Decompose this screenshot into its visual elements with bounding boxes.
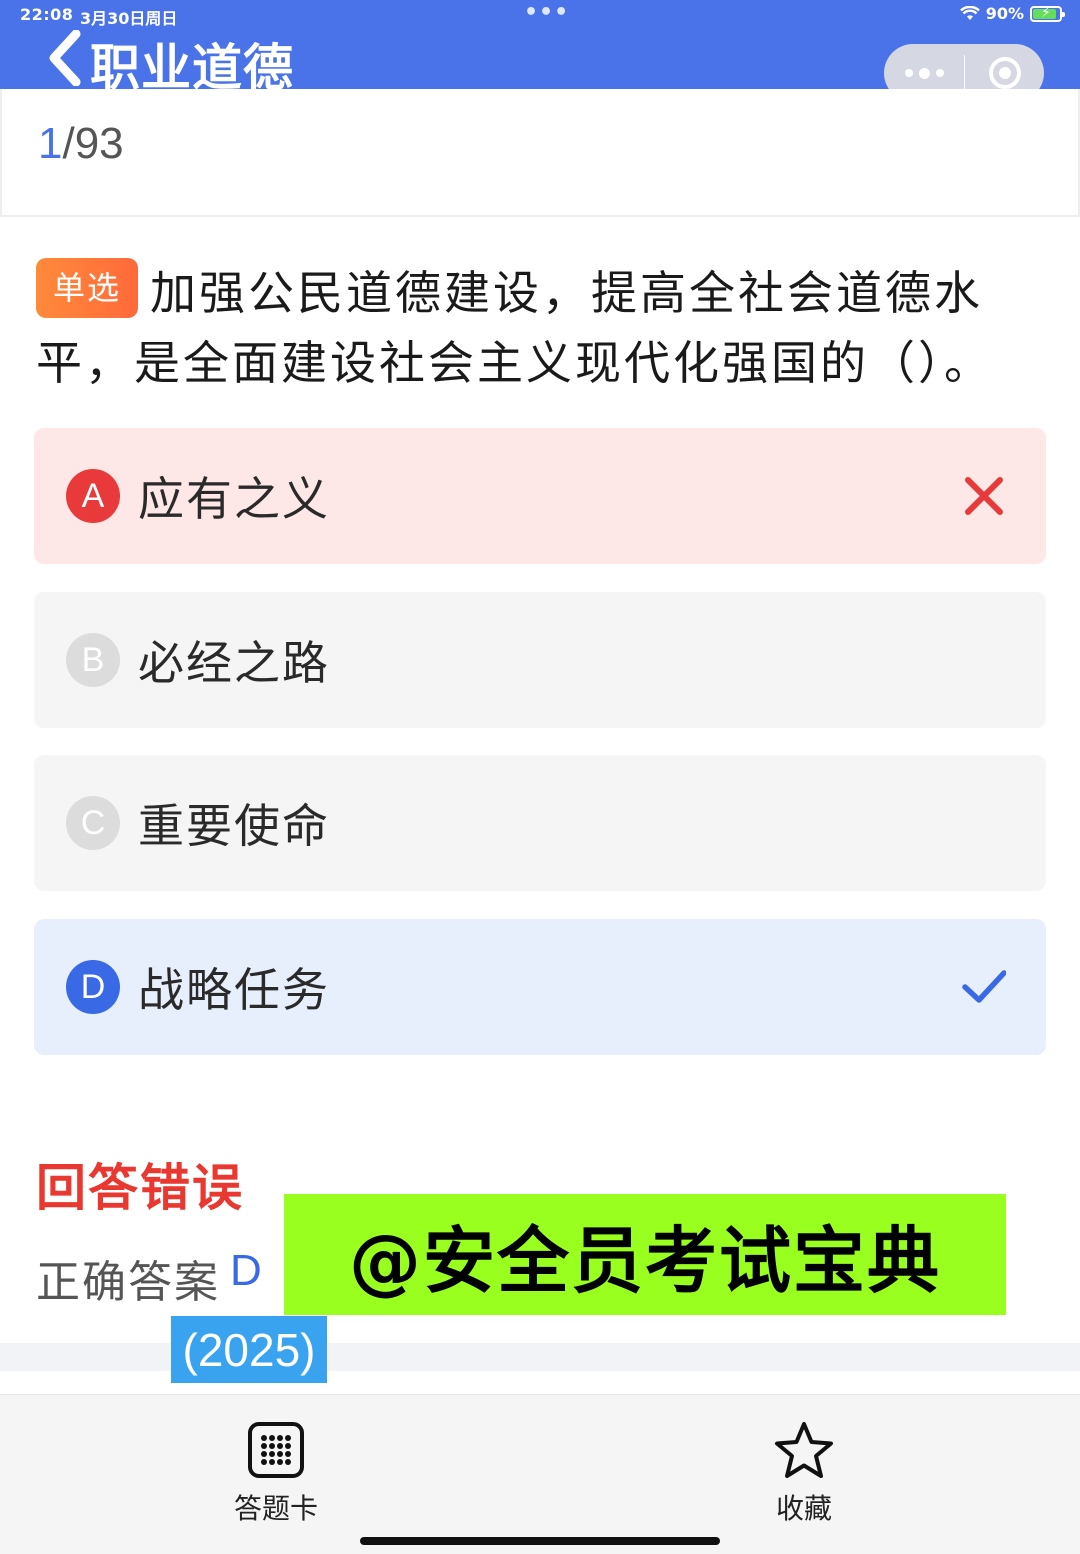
question-type-badge: 单选 [36, 258, 138, 318]
option-letter: D [66, 960, 120, 1014]
option-text: 重要使命 [138, 799, 330, 853]
back-button[interactable] [46, 29, 86, 87]
watermark-text: @安全员考试宝典 [348, 1219, 941, 1303]
watermark-banner: @安全员考试宝典 [284, 1194, 1006, 1315]
question-stem: 单选 加强公民道德建设，提高全社会道德水平，是全面建设社会主义现代化强国的（）。 [36, 258, 1050, 398]
option-letter: B [66, 633, 120, 687]
bottom-toolbar: 答题卡 收藏 [0, 1394, 1080, 1554]
more-dots-icon [904, 69, 913, 77]
wifi-icon [959, 5, 980, 20]
target-icon [988, 57, 1021, 89]
back-arrow-icon [49, 29, 81, 87]
wrong-x-icon [965, 477, 1003, 515]
question-progress: 1/93 [38, 119, 124, 169]
star-icon [775, 1422, 833, 1478]
status-right: 90% ⚡ [959, 4, 1065, 23]
top-nav-bar: 22:08 3月30日周日 ••• 90% ⚡ 职业道德 [0, 0, 1080, 102]
answer-card-label: 答题卡 [233, 1492, 318, 1525]
option-a[interactable]: A 应有之义 [34, 428, 1046, 564]
section-divider [0, 1343, 1080, 1371]
correct-answer-value: D [230, 1246, 262, 1295]
progress-current: 1 [38, 119, 63, 168]
option-text: 战略任务 [138, 963, 330, 1017]
battery-icon: ⚡ [1030, 5, 1065, 22]
option-text: 必经之路 [138, 636, 330, 690]
checkmark-icon [962, 970, 1006, 1003]
year-badge: (2025) [171, 1316, 327, 1383]
battery-percent: 90% [985, 4, 1024, 23]
option-c[interactable]: C 重要使命 [34, 755, 1046, 891]
progress-panel: 1/93 [0, 89, 1080, 217]
favorite-label: 收藏 [775, 1492, 832, 1525]
question-text: 加强公民道德建设，提高全社会道德水平，是全面建设社会主义现代化强国的（）。 [36, 266, 993, 390]
answer-result-title: 回答错误 [36, 1159, 244, 1217]
status-time: 22:08 [20, 5, 74, 24]
option-letter: A [66, 469, 120, 523]
correct-answer-label: 正确答案 [36, 1257, 220, 1308]
option-b[interactable]: B 必经之路 [34, 592, 1046, 728]
option-text: 应有之义 [138, 472, 330, 526]
status-date: 3月30日周日 [80, 9, 178, 28]
progress-total: /93 [62, 119, 124, 168]
home-indicator[interactable] [360, 1537, 720, 1545]
option-d[interactable]: D 战略任务 [34, 919, 1046, 1055]
multitask-dots[interactable]: ••• [524, 0, 569, 25]
favorite-button[interactable]: 收藏 [734, 1421, 874, 1527]
option-letter: C [66, 796, 120, 850]
answer-card-button[interactable]: 答题卡 [206, 1421, 346, 1527]
grid-icon [248, 1422, 304, 1478]
